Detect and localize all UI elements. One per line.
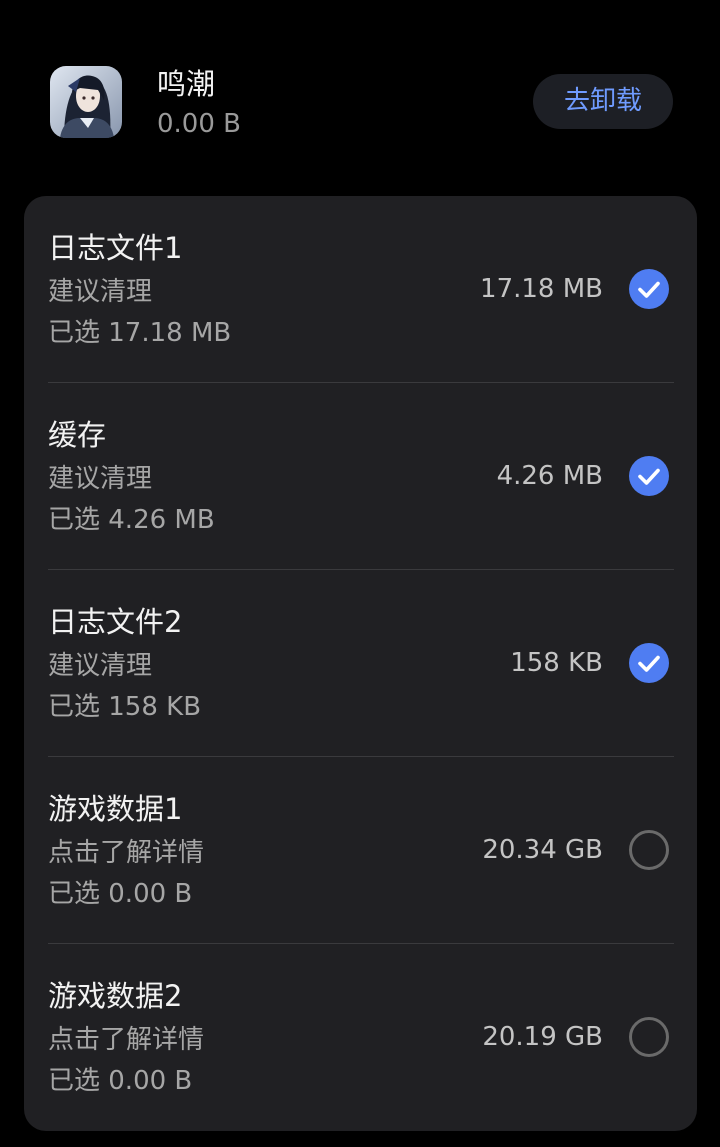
- item-selected-amount: 已选 0.00 B: [48, 1066, 193, 1096]
- item-subtitle: 点击了解详情: [48, 838, 205, 868]
- checkbox-checked-icon[interactable]: [629, 643, 669, 683]
- list-item[interactable]: 游戏数据2 点击了解详情 已选 0.00 B 20.19 GB: [24, 944, 697, 1131]
- item-selected-amount: 已选 158 KB: [48, 692, 202, 722]
- list-item[interactable]: 缓存 建议清理 已选 4.26 MB 4.26 MB: [24, 383, 697, 570]
- item-selected-amount: 已选 17.18 MB: [48, 318, 232, 348]
- item-size: 20.34 GB: [482, 835, 603, 865]
- item-title: 游戏数据1: [48, 792, 183, 826]
- storage-cleanup-page: 鸣潮 0.00 B 去卸载 日志文件1 建议清理 已选 17.18 MB 17.…: [0, 0, 720, 1147]
- item-subtitle: 建议清理: [48, 277, 153, 307]
- app-name: 鸣潮: [157, 67, 216, 101]
- list-item[interactable]: 日志文件1 建议清理 已选 17.18 MB 17.18 MB: [24, 196, 697, 383]
- item-size: 4.26 MB: [496, 461, 603, 491]
- item-title: 缓存: [48, 418, 107, 452]
- list-item[interactable]: 日志文件2 建议清理 已选 158 KB 158 KB: [24, 570, 697, 757]
- app-icon: [50, 66, 122, 138]
- cleanup-list-card: 日志文件1 建议清理 已选 17.18 MB 17.18 MB 缓存 建议清理 …: [24, 196, 697, 1131]
- item-title: 游戏数据2: [48, 979, 183, 1013]
- item-subtitle: 建议清理: [48, 464, 153, 494]
- app-header: 鸣潮 0.00 B 去卸载: [0, 0, 720, 180]
- checkbox-checked-icon[interactable]: [629, 456, 669, 496]
- item-size: 17.18 MB: [480, 274, 603, 304]
- item-title: 日志文件2: [48, 605, 183, 639]
- item-subtitle: 点击了解详情: [48, 1025, 205, 1055]
- item-size: 158 KB: [510, 648, 603, 678]
- item-selected-amount: 已选 0.00 B: [48, 879, 193, 909]
- checkbox-unchecked-icon[interactable]: [629, 830, 669, 870]
- item-subtitle: 建议清理: [48, 651, 153, 681]
- app-size: 0.00 B: [157, 109, 241, 139]
- item-title: 日志文件1: [48, 231, 183, 265]
- checkbox-checked-icon[interactable]: [629, 269, 669, 309]
- list-item[interactable]: 游戏数据1 点击了解详情 已选 0.00 B 20.34 GB: [24, 757, 697, 944]
- item-selected-amount: 已选 4.26 MB: [48, 505, 215, 535]
- uninstall-button[interactable]: 去卸载: [533, 74, 673, 129]
- item-size: 20.19 GB: [482, 1022, 603, 1052]
- checkbox-unchecked-icon[interactable]: [629, 1017, 669, 1057]
